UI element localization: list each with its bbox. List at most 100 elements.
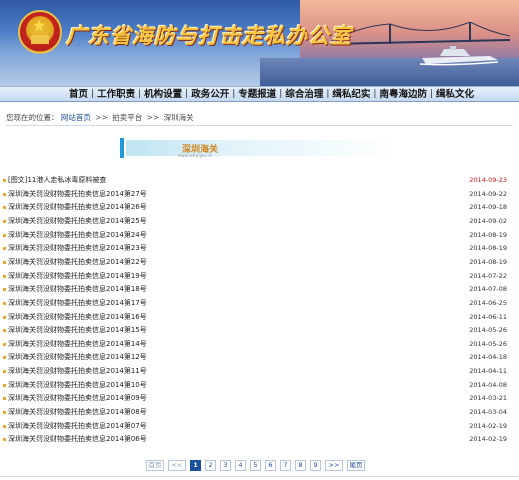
nav-item-organization[interactable]: 机构设置 (141, 88, 185, 101)
list-item[interactable]: 深圳海关罚没财物委托拍卖信息2014第26号 2014-09-18 (3, 202, 511, 214)
site-banner: ★ 广东省海防与打击走私办公室 (0, 0, 519, 86)
main-nav: 首页 | 工作职责 | 机构设置 | 政务公开 | 专题报道 | 综合治理 | … (0, 86, 519, 102)
bullet-icon (3, 274, 6, 278)
list-item-title[interactable]: [图文]11港人走私冰毒原料被查 (8, 175, 106, 186)
list-item-title[interactable]: 深圳海关罚没财物委托拍卖信息2014第14号 (8, 339, 147, 350)
list-item-title[interactable]: 深圳海关罚没财物委托拍卖信息2014第17号 (8, 298, 147, 309)
section-subtitle: www.szhg.gov.cn (178, 153, 213, 158)
list-item-title[interactable]: 深圳海关罚没财物委托拍卖信息2014第23号 (8, 243, 147, 254)
nav-item-governance[interactable]: 综合治理 (282, 88, 326, 101)
list-item-title[interactable]: 深圳海关罚没财物委托拍卖信息2014第08号 (8, 407, 147, 418)
list-item[interactable]: 深圳海关罚没财物委托拍卖信息2014第24号 2014-08-19 (3, 230, 511, 242)
list-item-title[interactable]: 深圳海关罚没财物委托拍卖信息2014第06号 (8, 434, 147, 445)
list-item[interactable]: 深圳海关罚没财物委托拍卖信息2014第18号 2014-07-08 (3, 284, 511, 296)
list-item[interactable]: 深圳海关罚没财物委托拍卖信息2014第17号 2014-06-25 (3, 298, 511, 310)
pager-page-7[interactable]: 7 (280, 460, 291, 471)
pager-first-button[interactable]: 首页 (146, 460, 164, 471)
gate-icon (31, 35, 49, 44)
list-item-title[interactable]: 深圳海关罚没财物委托拍卖信息2014第27号 (8, 189, 147, 200)
list-item-date: 2014-05-26 (469, 339, 507, 348)
pager-page-4[interactable]: 4 (235, 460, 246, 471)
list-item-title[interactable]: 深圳海关罚没财物委托拍卖信息2014第22号 (8, 257, 147, 268)
pager-prev-button[interactable]: << (168, 460, 186, 471)
bullet-icon (3, 247, 6, 251)
pager-page-6[interactable]: 6 (265, 460, 276, 471)
list-item[interactable]: [图文]11港人走私冰毒原料被查 2014-09-23 (3, 175, 511, 187)
list-item[interactable]: 深圳海关罚没财物委托拍卖信息2014第07号 2014-02-19 (3, 421, 511, 433)
site-title: 广东省海防与打击走私办公室 (66, 23, 352, 48)
bullet-icon (3, 356, 6, 360)
list-item-date: 2014-09-23 (469, 176, 507, 184)
list-item[interactable]: 深圳海关罚没财物委托拍卖信息2014第09号 2014-03-21 (3, 393, 511, 405)
list-item[interactable]: 深圳海关罚没财物委托拍卖信息2014第19号 2014-07-22 (3, 271, 511, 283)
footer-divider (0, 476, 519, 477)
pager-page-9[interactable]: 9 (310, 460, 321, 471)
bullet-icon (3, 383, 6, 387)
list-item-title[interactable]: 深圳海关罚没财物委托拍卖信息2014第10号 (8, 380, 147, 391)
nav-item-duties[interactable]: 工作职责 (94, 88, 138, 101)
list-item-title[interactable]: 深圳海关罚没财物委托拍卖信息2014第18号 (8, 284, 147, 295)
bullet-icon (3, 424, 6, 428)
list-item[interactable]: 深圳海关罚没财物委托拍卖信息2014第15号 2014-05-26 (3, 325, 511, 337)
list-item-title[interactable]: 深圳海关罚没财物委托拍卖信息2014第25号 (8, 216, 147, 227)
list-item-date: 2014-08-19 (469, 257, 507, 266)
list-item-date: 2014-06-11 (469, 312, 507, 321)
breadcrumb-current: 深圳海关 (163, 113, 194, 122)
nav-item-anti-smuggling-records[interactable]: 缉私纪实 (329, 88, 373, 101)
list-item-date: 2014-06-25 (469, 298, 507, 307)
pagination: 首页 << 1 2 3 4 5 6 7 8 9 >> 尾页 (146, 460, 369, 471)
bullet-icon (3, 315, 6, 319)
list-item-title[interactable]: 深圳海关罚没财物委托拍卖信息2014第07号 (8, 421, 147, 432)
list-item-date: 2014-08-19 (469, 244, 507, 253)
nav-item-public-affairs[interactable]: 政务公开 (188, 88, 232, 101)
pager-next-button[interactable]: >> (325, 460, 343, 471)
list-item[interactable]: 深圳海关罚没财物委托拍卖信息2014第06号 2014-02-19 (3, 434, 511, 446)
list-item[interactable]: 深圳海关罚没财物委托拍卖信息2014第12号 2014-04-18 (3, 352, 511, 364)
list-item-date: 2014-03-04 (469, 408, 507, 417)
list-item[interactable]: 深圳海关罚没财物委托拍卖信息2014第11号 2014-04-11 (3, 366, 511, 378)
list-item-date: 2014-02-19 (469, 435, 507, 444)
pager-page-1[interactable]: 1 (190, 460, 201, 471)
pager-page-2[interactable]: 2 (205, 460, 216, 471)
list-item-title[interactable]: 深圳海关罚没财物委托拍卖信息2014第24号 (8, 230, 147, 241)
page: ★ 广东省海防与打击走私办公室 首页 | 工作职责 | 机构设置 | 政务公开 … (0, 0, 519, 480)
list-item[interactable]: 深圳海关罚没财物委托拍卖信息2014第27号 2014-09-22 (3, 189, 511, 201)
list-item-title[interactable]: 深圳海关罚没财物委托拍卖信息2014第19号 (8, 271, 147, 282)
breadcrumb-home-link[interactable]: 网站首页 (61, 113, 91, 122)
list-item[interactable]: 深圳海关罚没财物委托拍卖信息2014第23号 2014-08-19 (3, 243, 511, 255)
list-item[interactable]: 深圳海关罚没财物委托拍卖信息2014第10号 2014-04-08 (3, 380, 511, 392)
list-item[interactable]: 深圳海关罚没财物委托拍卖信息2014第08号 2014-03-04 (3, 407, 511, 419)
list-item-title[interactable]: 深圳海关罚没财物委托拍卖信息2014第15号 (8, 325, 147, 336)
nav-item-border-defense[interactable]: 南粤海边防 (376, 88, 430, 101)
list-item[interactable]: 深圳海关罚没财物委托拍卖信息2014第22号 2014-08-19 (3, 257, 511, 269)
list-item-title[interactable]: 深圳海关罚没财物委托拍卖信息2014第11号 (8, 366, 147, 377)
list-item-date: 2014-07-22 (469, 271, 507, 280)
list-item-title[interactable]: 深圳海关罚没财物委托拍卖信息2014第09号 (8, 393, 147, 404)
list-item[interactable]: 深圳海关罚没财物委托拍卖信息2014第14号 2014-05-26 (3, 339, 511, 351)
section-accent-bar (120, 138, 124, 158)
breadcrumb-auction-link[interactable]: 拍卖平台 (112, 113, 142, 122)
breadcrumb: 您现在的位置： 网站首页 >> 拍卖平台 >> 深圳海关 (6, 113, 194, 123)
bullet-icon (3, 206, 6, 210)
nav-item-culture[interactable]: 缉私文化 (433, 88, 477, 101)
pager-page-5[interactable]: 5 (250, 460, 261, 471)
list-item-title[interactable]: 深圳海关罚没财物委托拍卖信息2014第16号 (8, 312, 147, 323)
pager-page-3[interactable]: 3 (220, 460, 231, 471)
list-item-title[interactable]: 深圳海关罚没财物委托拍卖信息2014第12号 (8, 352, 147, 363)
bullet-icon (3, 233, 6, 237)
bullet-icon (3, 329, 6, 333)
star-icon: ★ (32, 16, 47, 35)
bullet-icon (3, 342, 6, 346)
pager-page-8[interactable]: 8 (295, 460, 306, 471)
list-item-date: 2014-09-02 (469, 216, 507, 225)
patrol-boat-icon (420, 46, 499, 66)
nav-item-special-reports[interactable]: 专题报道 (235, 88, 279, 101)
list-item[interactable]: 深圳海关罚没财物委托拍卖信息2014第25号 2014-09-02 (3, 216, 511, 228)
bullet-icon (3, 288, 6, 292)
nav-item-home[interactable]: 首页 (66, 88, 91, 101)
list-item-title[interactable]: 深圳海关罚没财物委托拍卖信息2014第26号 (8, 202, 147, 213)
list-item[interactable]: 深圳海关罚没财物委托拍卖信息2014第16号 2014-06-11 (3, 312, 511, 324)
list-item-date: 2014-09-18 (469, 203, 507, 212)
breadcrumb-separator: >> (146, 113, 160, 122)
pager-last-button[interactable]: 尾页 (347, 460, 365, 471)
